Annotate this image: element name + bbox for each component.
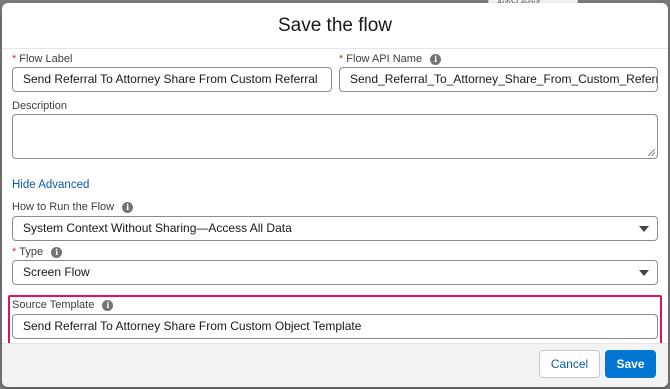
flow-api-name-label: * Flow API Name i <box>339 53 442 65</box>
run-mode-label: How to Run the Flow i <box>12 201 134 213</box>
required-marker: * <box>12 246 17 258</box>
type-select[interactable]: Screen Flow <box>12 260 658 285</box>
info-icon[interactable]: i <box>51 246 63 258</box>
run-mode-value: System Context Without Sharing—Access Al… <box>23 221 292 235</box>
hide-advanced-link[interactable]: Hide Advanced <box>12 179 89 191</box>
highlight-annotation <box>8 295 662 345</box>
save-flow-modal: Save the flow * Flow Label Send Referral… <box>2 3 668 387</box>
modal-header: Save the flow <box>2 3 668 49</box>
modal-footer: Cancel Save <box>2 343 668 387</box>
flow-api-name-input[interactable]: Send_Referral_To_Attorney_Share_From_Cus… <box>339 67 658 92</box>
run-mode-text: How to Run the Flow <box>12 201 115 213</box>
required-marker: * <box>339 53 344 65</box>
type-value: Screen Flow <box>23 265 90 279</box>
flow-label-label: * Flow Label <box>12 53 72 65</box>
type-label: * Type i <box>12 246 63 258</box>
type-text: Type <box>19 246 44 258</box>
modal-title: Save the flow <box>277 14 393 36</box>
info-icon[interactable]: i <box>122 201 134 213</box>
info-icon[interactable]: i <box>430 53 442 65</box>
description-label: Description <box>12 100 67 112</box>
flow-label-input[interactable]: Send Referral To Attorney Share From Cus… <box>12 67 332 92</box>
description-text: Description <box>12 100 68 112</box>
cancel-button[interactable]: Cancel <box>539 350 600 378</box>
run-mode-select[interactable]: System Context Without Sharing—Access Al… <box>12 216 658 241</box>
flow-label-text: Flow Label <box>19 53 73 65</box>
chevron-down-icon <box>639 270 649 276</box>
chevron-down-icon <box>639 226 649 232</box>
required-marker: * <box>12 53 17 65</box>
description-textarea[interactable] <box>12 114 658 159</box>
resize-handle-icon[interactable] <box>648 149 655 156</box>
save-button[interactable]: Save <box>605 350 656 378</box>
flow-api-name-text: Flow API Name <box>346 53 423 65</box>
